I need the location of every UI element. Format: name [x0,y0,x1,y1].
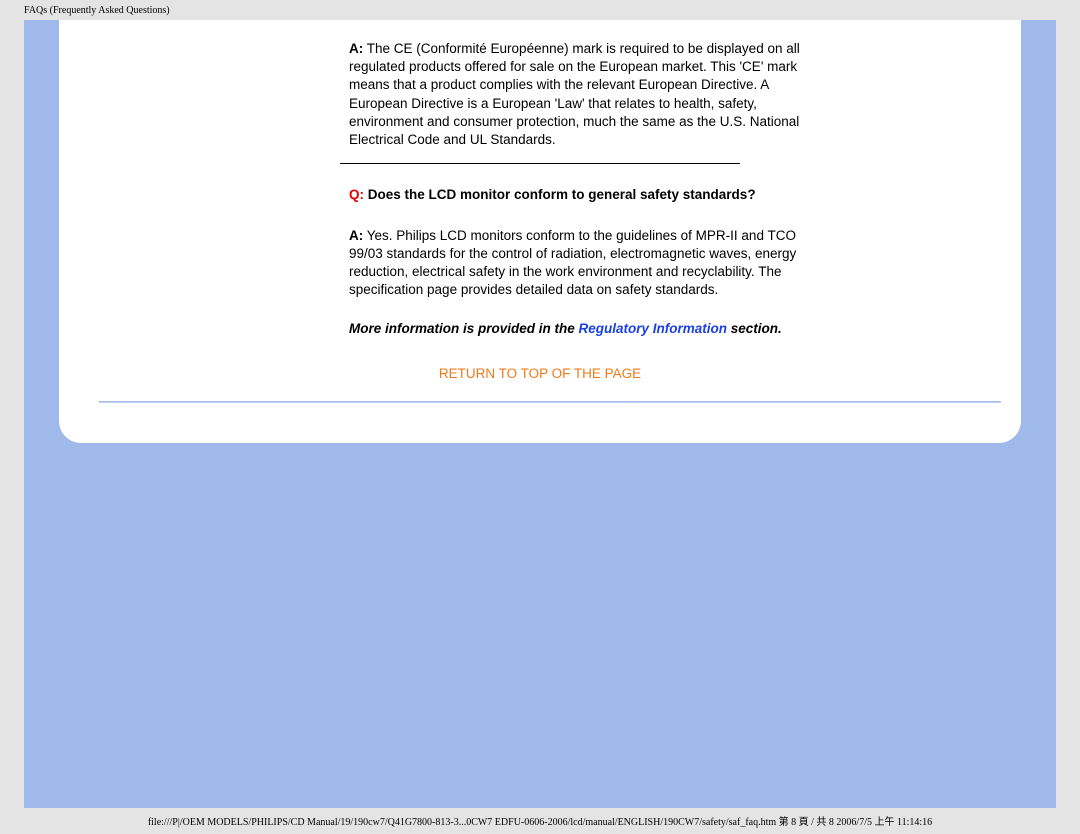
more-info-pre: More information is provided in the [349,321,579,336]
answer-2-label: A: [349,228,363,243]
more-info-line: More information is provided in the Regu… [349,321,821,336]
answer-1-label: A: [349,41,363,56]
more-info-post: section. [727,321,782,336]
question-2-text: Does the LCD monitor conform to general … [364,187,756,202]
answer-2-text: Yes. Philips LCD monitors conform to the… [349,228,796,298]
footer-path: file:///P|/OEM MODELS/PHILIPS/CD Manual/… [0,813,1080,828]
content-area: A: The CE (Conformité Européenne) mark i… [59,20,1021,403]
page-background: A: The CE (Conformité Européenne) mark i… [24,20,1056,808]
answer-1-text: The CE (Conformité Européenne) mark is r… [349,41,800,147]
content-card: A: The CE (Conformité Européenne) mark i… [59,20,1021,443]
question-2-label: Q: [349,187,364,202]
question-2: Q: Does the LCD monitor conform to gener… [349,186,821,204]
bottom-separator [99,401,1001,403]
divider-1 [340,163,740,164]
answer-1: A: The CE (Conformité Européenne) mark i… [349,40,821,149]
regulatory-information-link[interactable]: Regulatory Information [579,321,728,336]
page-header-title: FAQs (Frequently Asked Questions) [24,5,170,16]
return-to-top-link[interactable]: RETURN TO TOP OF THE PAGE [59,366,1021,381]
answer-2: A: Yes. Philips LCD monitors conform to … [349,227,821,300]
